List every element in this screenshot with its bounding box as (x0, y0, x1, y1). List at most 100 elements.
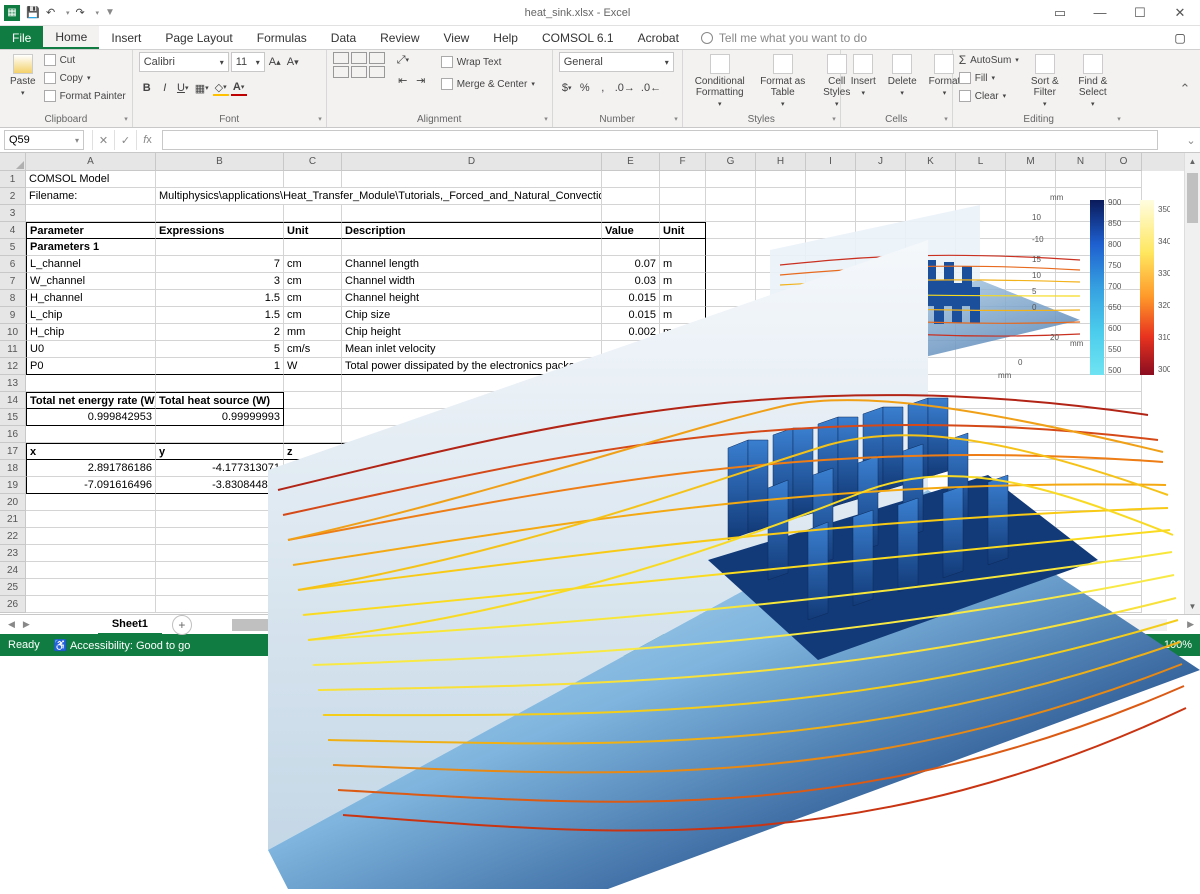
cell[interactable] (602, 171, 660, 188)
cell[interactable] (602, 579, 660, 596)
cell[interactable] (156, 579, 284, 596)
format-painter-button[interactable]: Format Painter (44, 88, 126, 104)
cell[interactable] (660, 426, 706, 443)
cell[interactable]: Channel width (342, 273, 602, 290)
orientation-button[interactable]: ⤢ ▾ (395, 52, 411, 68)
align-middle-button[interactable] (351, 52, 367, 64)
cell[interactable] (26, 528, 156, 545)
cell[interactable] (1106, 579, 1142, 596)
cell[interactable] (342, 392, 602, 409)
column-header[interactable]: E (602, 153, 660, 171)
row-header[interactable]: 4 (0, 222, 26, 239)
cell[interactable] (956, 528, 1006, 545)
cell[interactable] (856, 443, 906, 460)
cell[interactable] (1056, 494, 1106, 511)
cell[interactable] (706, 545, 756, 562)
cell[interactable] (284, 426, 342, 443)
cell[interactable] (1106, 494, 1142, 511)
cell[interactable] (342, 477, 602, 494)
cell[interactable] (602, 443, 660, 460)
cell[interactable] (706, 256, 756, 273)
formula-input[interactable] (162, 130, 1158, 150)
decrease-indent-button[interactable]: ⇤ (395, 72, 411, 88)
cell[interactable]: 0.99999993 (156, 409, 284, 426)
column-header[interactable]: M (1006, 153, 1056, 171)
row-header[interactable]: 10 (0, 324, 26, 341)
cell[interactable]: Total heat source (W) (156, 392, 284, 409)
tab-comsol[interactable]: COMSOL 6.1 (530, 26, 626, 49)
number-format-select[interactable]: General▾ (559, 52, 674, 72)
cell[interactable]: Expressions (156, 222, 284, 239)
cell[interactable] (602, 562, 660, 579)
cell[interactable] (660, 375, 706, 392)
cell[interactable]: cm/s (284, 341, 342, 358)
undo-icon[interactable]: ↶ (46, 6, 60, 20)
delete-cells-button[interactable]: Delete▾ (884, 52, 921, 99)
fill-button[interactable]: Fill ▾ (959, 70, 1019, 86)
cell[interactable]: P0 (26, 358, 156, 375)
column-header[interactable]: A (26, 153, 156, 171)
scroll-down-button[interactable]: ▼ (1185, 598, 1200, 614)
cell[interactable] (706, 511, 756, 528)
underline-button[interactable]: U ▾ (175, 80, 191, 96)
increase-decimal-button[interactable]: .0→ (613, 80, 637, 96)
cell[interactable] (806, 409, 856, 426)
cell[interactable] (602, 375, 660, 392)
cell[interactable] (156, 596, 284, 613)
insert-cells-button[interactable]: Insert▾ (847, 52, 880, 99)
row-header[interactable]: 8 (0, 290, 26, 307)
column-header[interactable]: H (756, 153, 806, 171)
undo-dropdown-icon[interactable]: ▾ (66, 9, 70, 17)
cell[interactable] (706, 528, 756, 545)
cell[interactable]: 0.015 (602, 307, 660, 324)
tab-file[interactable]: File (0, 26, 43, 49)
cell[interactable] (956, 579, 1006, 596)
cell[interactable] (956, 443, 1006, 460)
cell[interactable] (156, 171, 284, 188)
find-select-button[interactable]: Find & Select▾ (1071, 52, 1115, 110)
cell[interactable] (1006, 477, 1056, 494)
cell[interactable] (284, 477, 342, 494)
cell[interactable] (26, 511, 156, 528)
cell[interactable] (856, 511, 906, 528)
cell[interactable] (1106, 409, 1142, 426)
cell[interactable] (26, 579, 156, 596)
cell[interactable]: 0.015 (602, 290, 660, 307)
cell[interactable] (602, 188, 660, 205)
fx-button[interactable]: fx (136, 130, 158, 150)
cell[interactable] (706, 460, 756, 477)
add-sheet-button[interactable]: + (172, 615, 192, 635)
prev-sheet-button[interactable]: ◀ (8, 619, 15, 630)
cell[interactable]: Unit (660, 222, 706, 239)
cell[interactable] (284, 375, 342, 392)
cell[interactable] (906, 562, 956, 579)
row-header[interactable]: 2 (0, 188, 26, 205)
cell[interactable] (906, 477, 956, 494)
cell[interactable]: cm (284, 256, 342, 273)
font-name-select[interactable]: Calibri▾ (139, 52, 229, 72)
cell[interactable] (602, 545, 660, 562)
tell-me-search[interactable]: Tell me what you want to do (691, 26, 867, 49)
tab-acrobat[interactable]: Acrobat (626, 26, 691, 49)
cell[interactable]: 0.03 (602, 273, 660, 290)
cell[interactable]: Total power dissipated by the electronic… (342, 358, 602, 375)
cell[interactable]: 1 (156, 358, 284, 375)
borders-button[interactable]: ▦ ▾ (193, 80, 211, 96)
cell[interactable] (856, 460, 906, 477)
align-center-button[interactable] (351, 66, 367, 78)
cell[interactable] (1106, 443, 1142, 460)
cell[interactable] (1056, 460, 1106, 477)
cell[interactable] (1106, 511, 1142, 528)
cell[interactable] (660, 392, 706, 409)
cell[interactable] (660, 205, 706, 222)
clear-button[interactable]: Clear ▾ (959, 88, 1019, 104)
cell[interactable]: W (660, 358, 706, 375)
cell[interactable] (806, 494, 856, 511)
expand-formula-bar-button[interactable]: ⌄ (1182, 134, 1200, 147)
cell[interactable] (1106, 528, 1142, 545)
cell[interactable] (906, 596, 956, 613)
row-header[interactable]: 5 (0, 239, 26, 256)
cell[interactable] (806, 562, 856, 579)
row-header[interactable]: 6 (0, 256, 26, 273)
cell[interactable]: cm (284, 307, 342, 324)
